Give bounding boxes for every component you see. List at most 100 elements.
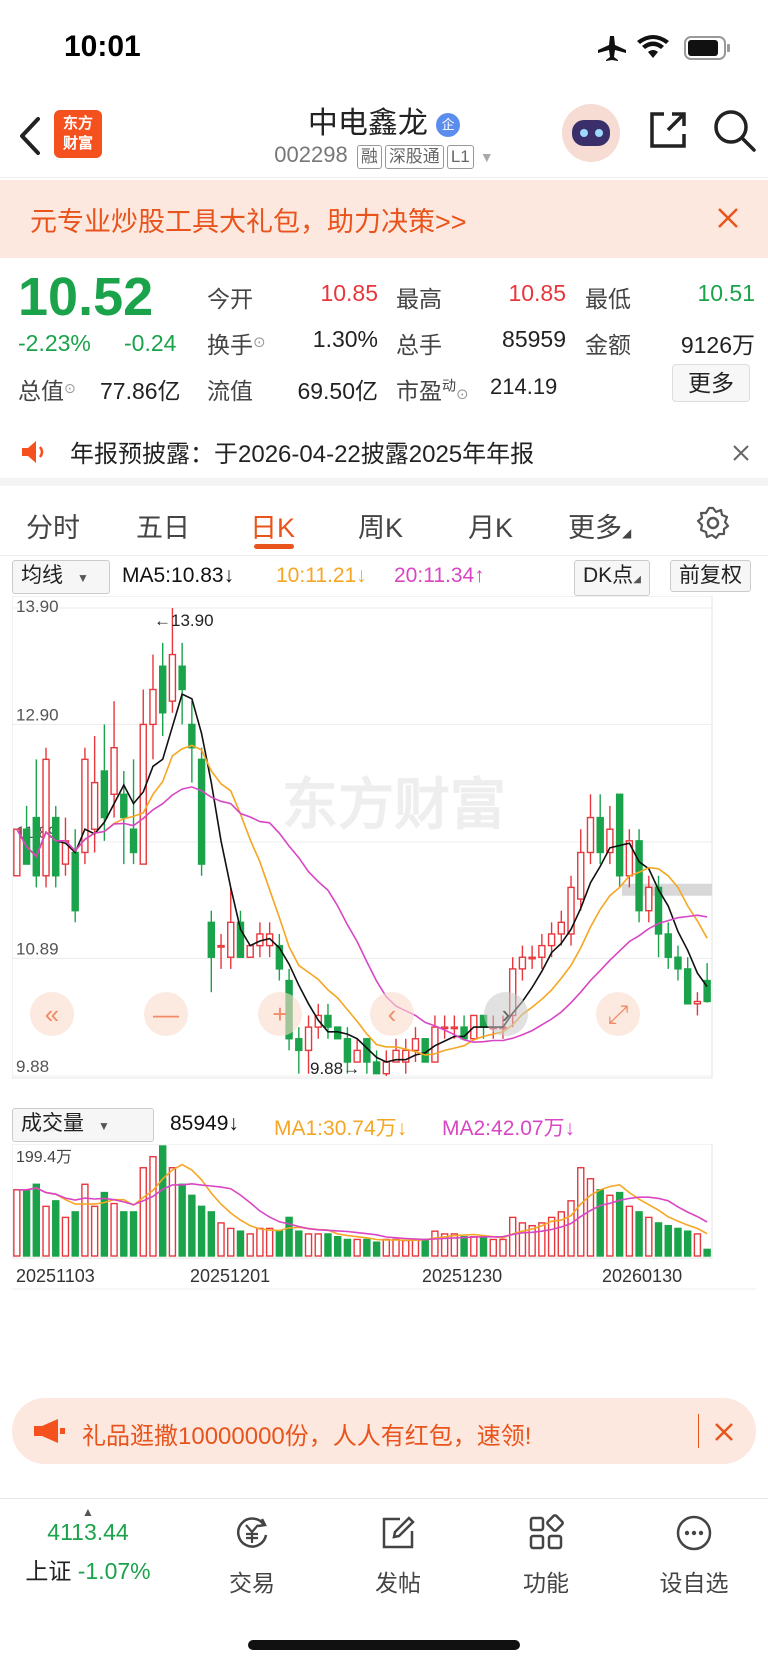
vol-ma1-legend: MA1:30.74万↓: [274, 1117, 408, 1140]
index-value: 4113.44: [47, 1519, 129, 1545]
float-label: 流值: [207, 378, 253, 404]
promo-close-icon[interactable]: [714, 1422, 734, 1442]
search-icon[interactable]: [712, 108, 758, 154]
volume-bar: [324, 1233, 332, 1257]
red-packet-promo[interactable]: 礼品逛撒10000000份，人人有红包，速领!: [12, 1398, 756, 1464]
float-value: 69.50亿: [297, 378, 378, 404]
dk-point-select[interactable]: DK点◢: [574, 560, 650, 596]
change-percent: -2.23%: [18, 330, 91, 356]
tab-weekly-k[interactable]: 周K: [358, 506, 403, 545]
tab-daily-k[interactable]: 日K: [250, 506, 295, 545]
tag-level: L1: [446, 145, 474, 169]
adjust-select[interactable]: 前复权: [670, 560, 751, 592]
ai-assistant-avatar[interactable]: [562, 104, 620, 162]
volume-max-label: 199.4万: [16, 1149, 72, 1166]
promo-divider: [698, 1414, 699, 1448]
volume-bar: [683, 1230, 692, 1257]
wifi-icon: [637, 35, 669, 58]
volume-bar: [431, 1230, 439, 1257]
volume-legend: 成交量 ▼ 85949↓ MA1:30.74万↓ MA2:42.07万↓: [12, 1108, 757, 1142]
candle: [693, 1000, 702, 1005]
share-icon[interactable]: [646, 108, 690, 152]
scroll-left-button[interactable]: «: [30, 992, 74, 1036]
more-dots-icon: [676, 1515, 712, 1551]
ma10-legend: 10:11.21↓: [276, 564, 367, 587]
volume-bar: [382, 1238, 391, 1257]
volume-bar: [625, 1205, 634, 1257]
volume-bar: [586, 1178, 595, 1257]
svg-text:—: —: [153, 999, 179, 1029]
volume-bar: [42, 1205, 50, 1257]
promo-banner[interactable]: 元专业炒股工具大礼包，助力决策>>: [0, 180, 768, 258]
candle: [538, 944, 546, 958]
candle: [586, 816, 595, 854]
turnover-value: 1.30%: [312, 326, 378, 352]
settings-gear-icon[interactable]: [696, 506, 730, 540]
svg-text:+: +: [272, 999, 287, 1029]
volume-chart[interactable]: 199.4万 20251103 20251201 20251230 20260130: [12, 1144, 756, 1386]
dropdown-arrow-icon[interactable]: ▼: [480, 149, 494, 165]
volume-bar: [22, 1189, 31, 1257]
candle: [577, 851, 585, 900]
tab-more[interactable]: 更多◢: [568, 506, 631, 545]
fullscreen-button[interactable]: ⤢: [596, 992, 640, 1036]
bottom-tab-bar: ▲ 4113.44 上证 -1.07% 交易 发帖 功能 设自选: [0, 1498, 768, 1663]
svg-text:⤢: ⤢: [608, 999, 629, 1029]
step-forward-button[interactable]: ›: [484, 992, 528, 1036]
volume-bar: [654, 1222, 663, 1257]
quote-panel: 10.52 -2.23% -0.24 总值⊙ 77.86亿 今开 10.85 最…: [0, 260, 768, 410]
volume-bar: [314, 1233, 322, 1257]
volume-bar: [61, 1216, 70, 1257]
notice-close-icon[interactable]: [732, 444, 750, 462]
tab-trade[interactable]: 交易: [182, 1513, 322, 1598]
volume-bar: [13, 1189, 21, 1257]
candle: [674, 956, 682, 970]
volume-current: 85949↓: [170, 1112, 239, 1135]
battery-icon: [684, 36, 730, 60]
svg-text:›: ›: [502, 999, 511, 1029]
tab-five-day[interactable]: 五日: [136, 506, 190, 545]
volume-bar: [275, 1230, 284, 1257]
x-axis-label: 20251230: [422, 1266, 502, 1286]
candle: [518, 956, 527, 970]
candle: [32, 816, 41, 877]
candle: [304, 1026, 313, 1052]
active-tab-indicator: [254, 544, 294, 549]
index-ticker[interactable]: ▲ 4113.44 上证 -1.07%: [18, 1505, 158, 1586]
volume-bar: [52, 1200, 60, 1257]
stock-name: 中电鑫龙: [307, 107, 428, 140]
candle: [382, 1061, 391, 1075]
close-icon[interactable]: [716, 206, 740, 230]
indicator-select[interactable]: 均线 ▼: [12, 560, 110, 594]
volume-bar: [567, 1200, 575, 1257]
tab-add-watchlist[interactable]: 设自选: [624, 1513, 764, 1598]
trade-yen-icon: [237, 1517, 268, 1548]
status-bar: 10:01: [0, 0, 768, 90]
volume-bar: [353, 1238, 361, 1257]
candle: [110, 747, 118, 795]
volume-bar: [120, 1211, 128, 1257]
zoom-in-button[interactable]: +: [258, 992, 302, 1036]
zoom-out-button[interactable]: —: [144, 992, 188, 1036]
candle: [197, 758, 206, 865]
high-marker: ←13.90: [154, 611, 214, 630]
ma5-legend: MA5:10.83↓: [122, 564, 235, 587]
tab-post[interactable]: 发帖: [328, 1513, 468, 1598]
high-label: 最高: [396, 286, 442, 312]
more-button[interactable]: 更多: [672, 364, 750, 402]
candle: [324, 1014, 332, 1028]
kline-chart[interactable]: 东方财富13.9012.9011.8910.899.88←13.909.88→«…: [12, 596, 756, 1104]
volume-bar: [139, 1167, 147, 1257]
volume-indicator-select[interactable]: 成交量 ▼: [12, 1108, 154, 1142]
volume-bar: [703, 1248, 711, 1257]
tab-intraday[interactable]: 分时: [26, 506, 80, 545]
annual-report-notice[interactable]: 年报预披露：于2026-04-22披露2025年年报: [0, 420, 768, 486]
tab-functions[interactable]: 功能: [476, 1513, 616, 1598]
notice-text: 年报预披露：于2026-04-22披露2025年年报: [70, 441, 535, 468]
tab-monthly-k[interactable]: 月K: [468, 506, 513, 545]
y-tick-label: 12.90: [16, 705, 59, 724]
step-back-button[interactable]: ‹: [370, 992, 414, 1036]
volume-value: 85959: [502, 326, 566, 352]
candle: [13, 828, 21, 877]
candle: [178, 665, 186, 691]
